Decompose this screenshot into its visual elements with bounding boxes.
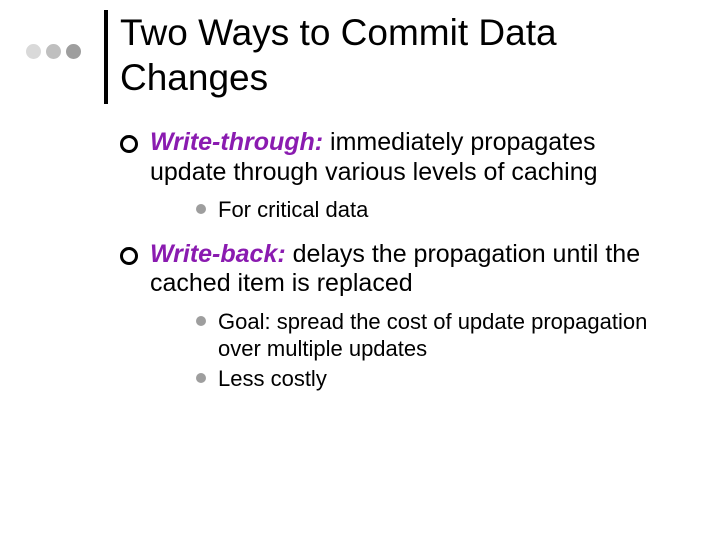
term-text: Write-through:: [150, 128, 323, 156]
decor-dots: [26, 44, 81, 59]
disc-bullet-icon: [196, 373, 206, 383]
decor-dot-icon: [66, 44, 81, 59]
list-item: Write-back: delays the propagation until…: [120, 240, 660, 393]
disc-bullet-icon: [196, 316, 206, 326]
decor-bar-icon: [104, 10, 108, 104]
decor-dot-icon: [26, 44, 41, 59]
list-item: Less costly: [196, 366, 660, 393]
slide: Two Ways to Commit Data Changes Write-th…: [0, 0, 720, 540]
slide-body: Write-through: immediately propagates up…: [120, 128, 660, 409]
sublist: For critical data: [196, 197, 660, 224]
list-item: Write-through: immediately propagates up…: [120, 128, 660, 224]
disc-bullet-icon: [196, 204, 206, 214]
decor-dot-icon: [46, 44, 61, 59]
body-text: Goal: spread the cost of update propagat…: [218, 309, 647, 361]
term-text: Write-back:: [150, 240, 286, 268]
slide-title: Two Ways to Commit Data Changes: [120, 10, 680, 100]
ring-bullet-icon: [120, 247, 138, 265]
list-item: For critical data: [196, 197, 660, 224]
body-text: Less costly: [218, 366, 327, 391]
sublist: Goal: spread the cost of update propagat…: [196, 309, 660, 393]
list-item: Goal: spread the cost of update propagat…: [196, 309, 660, 363]
ring-bullet-icon: [120, 135, 138, 153]
body-text: For critical data: [218, 197, 368, 222]
